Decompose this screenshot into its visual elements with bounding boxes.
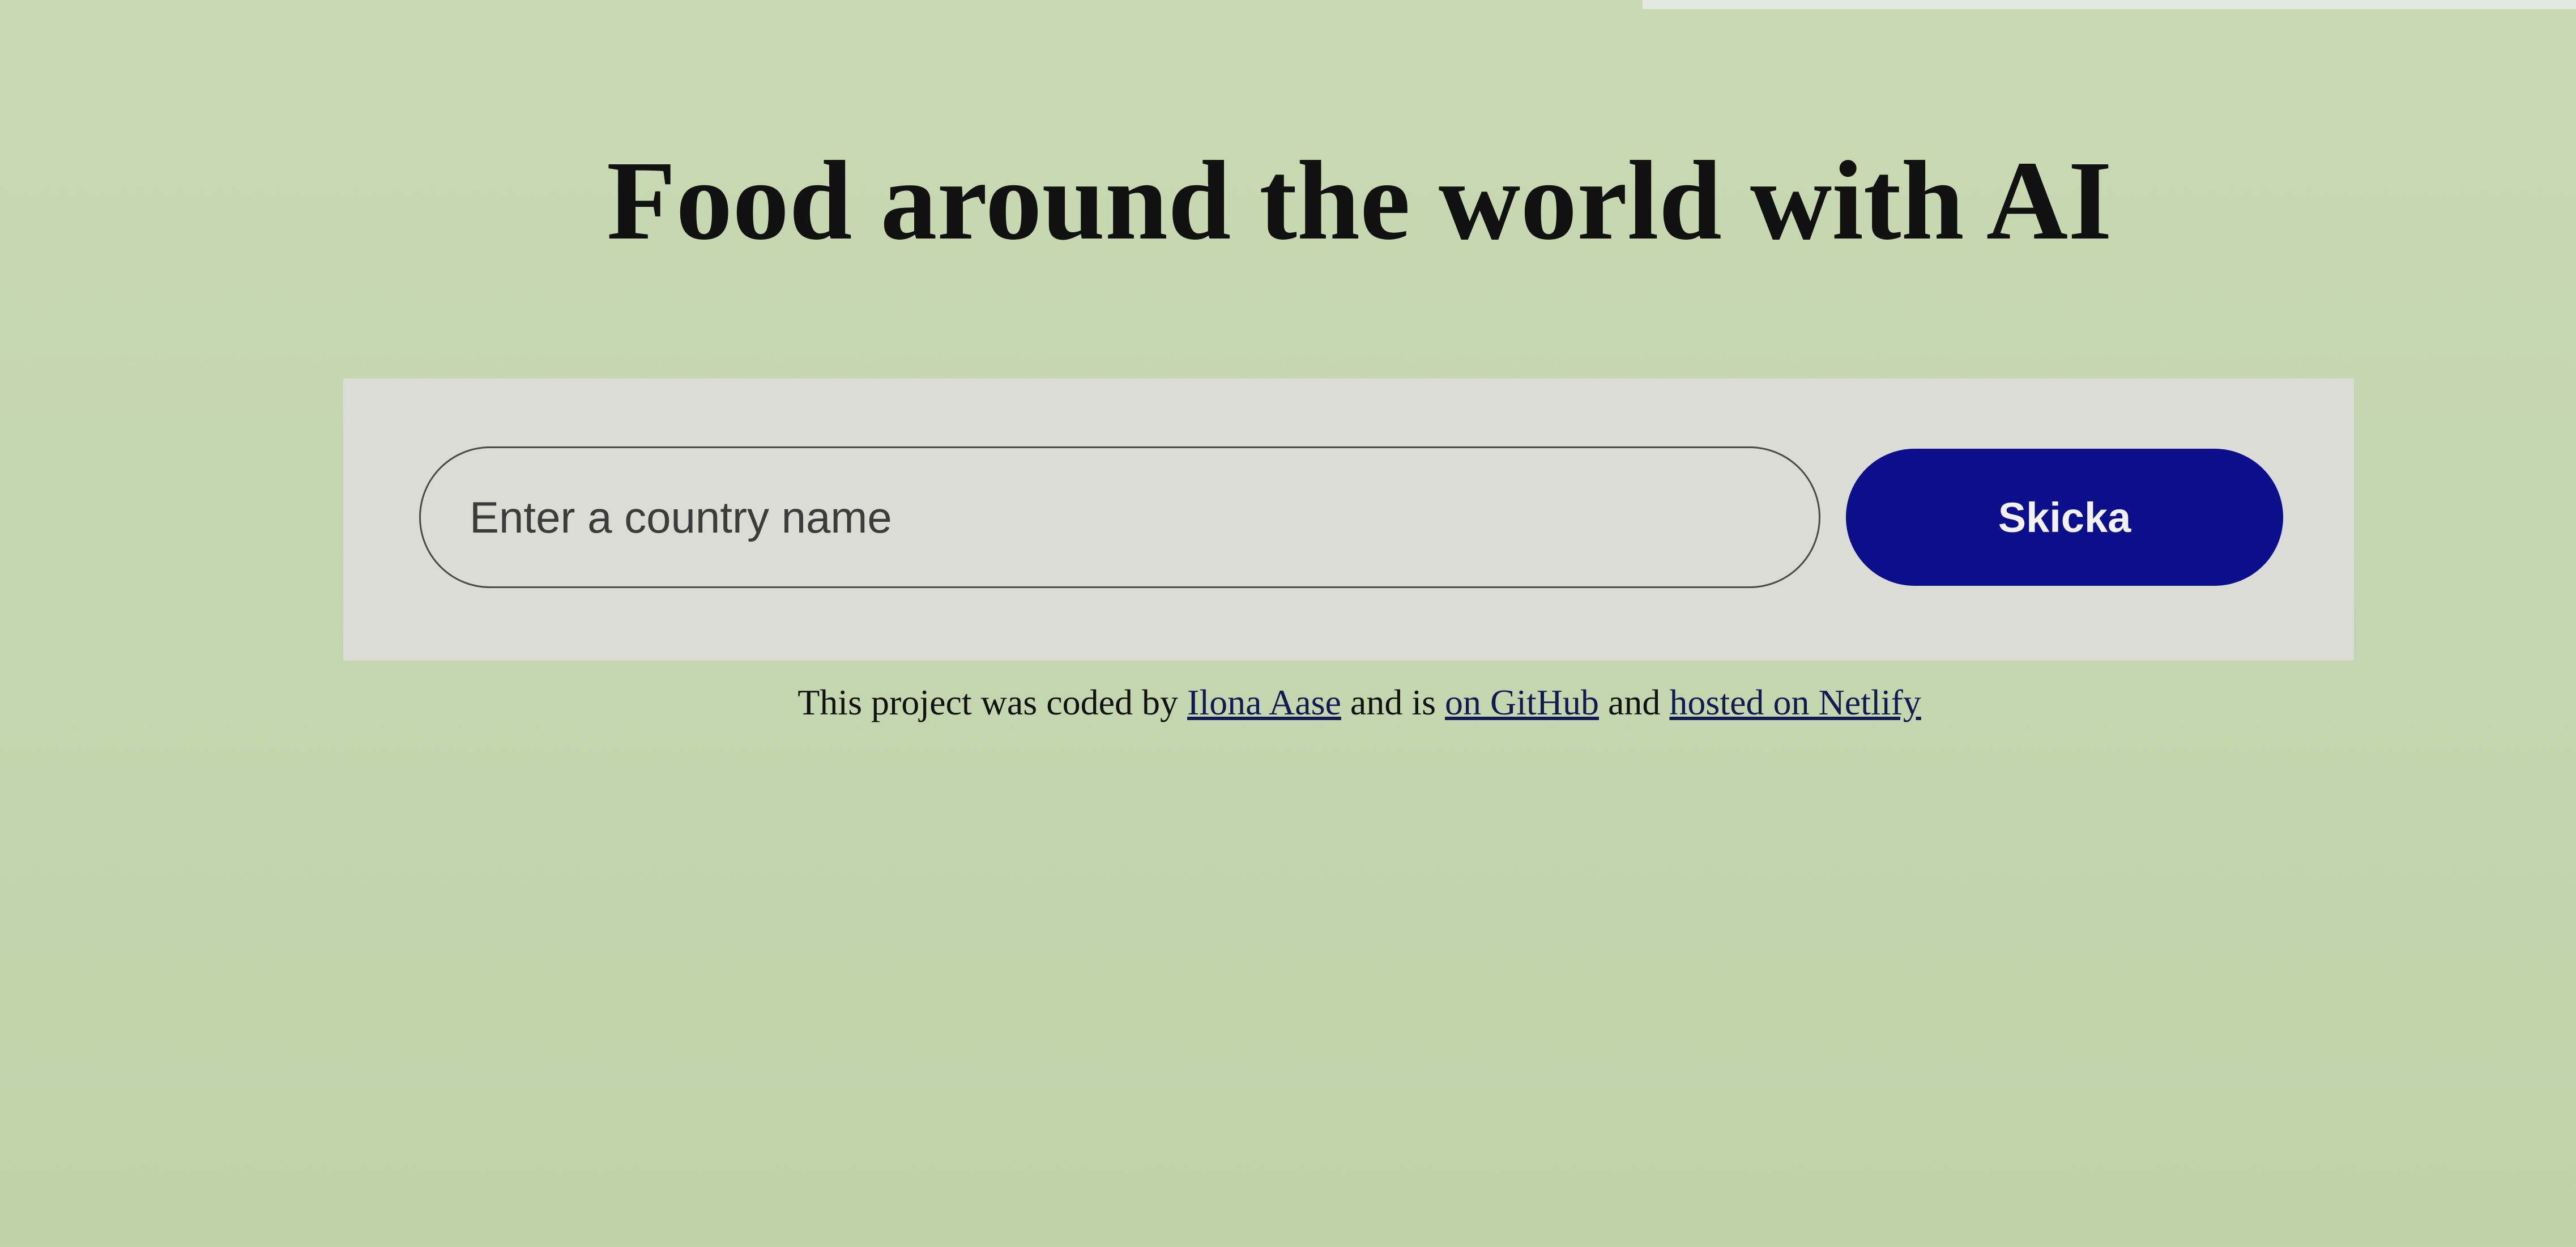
netlify-link[interactable]: hosted on Netlify [1669, 682, 1921, 722]
author-link[interactable]: Ilona Aase [1187, 682, 1341, 722]
footer-prefix: This project was coded by [797, 682, 1179, 722]
github-link[interactable]: on GitHub [1445, 682, 1599, 722]
top-strip [1643, 0, 2576, 9]
country-search-input[interactable] [419, 446, 1820, 588]
footer-connector: and [1608, 682, 1661, 722]
footer-credit: This project was coded by Ilona Aase and… [0, 677, 2576, 728]
search-form: Skicka [343, 378, 2354, 661]
submit-button[interactable]: Skicka [1846, 449, 2283, 586]
footer-middle: and is [1350, 682, 1436, 722]
page-title: Food around the world with AI [607, 138, 2112, 263]
